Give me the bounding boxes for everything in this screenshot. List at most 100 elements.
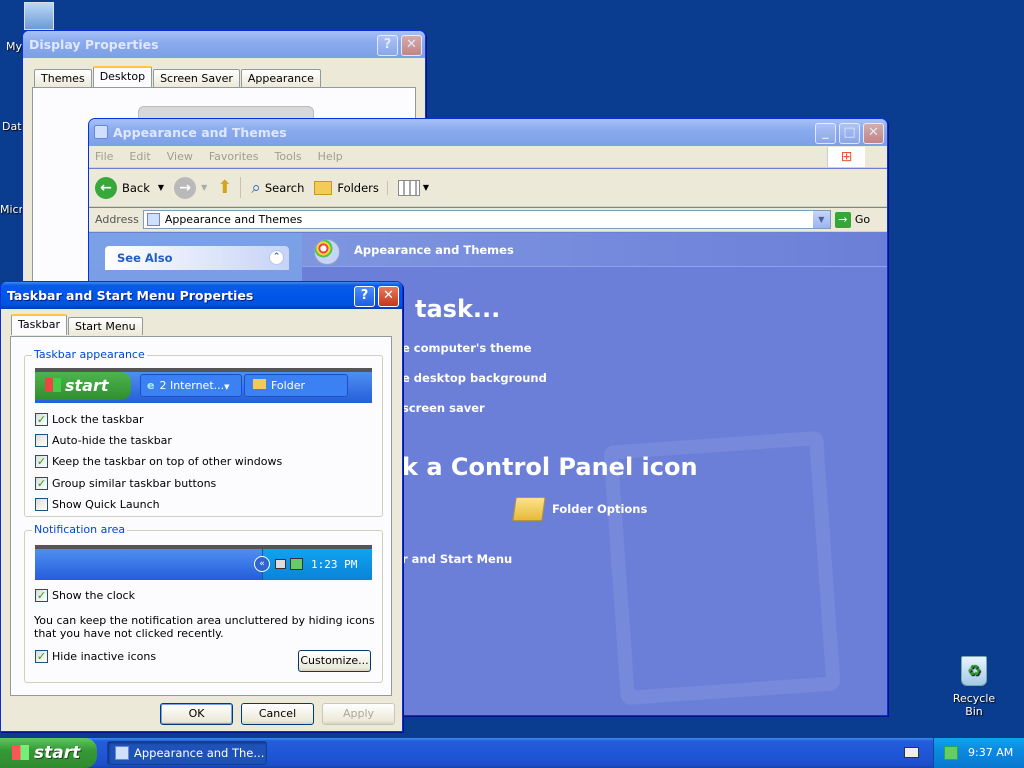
cancel-button[interactable]: Cancel <box>241 703 314 725</box>
desktop-icon-my-computer[interactable]: My <box>4 2 64 53</box>
desktop-icon-recycle-bin[interactable]: ♻ Recycle Bin <box>944 656 1004 718</box>
go-label: Go <box>854 213 871 226</box>
start-label: start <box>34 743 81 763</box>
desktop-icon-label: Recycle Bin <box>952 692 996 718</box>
notification-preview: « 1:23 PM <box>35 545 372 580</box>
tab-themes[interactable]: Themes <box>34 69 92 87</box>
go-button[interactable]: → Go <box>834 211 871 228</box>
windows-logo-icon: ⊞ <box>827 147 865 167</box>
pick-task-heading: task... <box>415 295 501 323</box>
tab-desktop[interactable]: Desktop <box>92 66 153 87</box>
keyboard-icon[interactable] <box>904 747 919 758</box>
preview-item-2: Folder <box>271 379 305 392</box>
chevron-down-icon: ▼ <box>224 383 230 391</box>
desktop-icon-data[interactable]: Dat <box>2 120 22 133</box>
explorer-toolbar: ← Back ▼ → ▼ ⬆ ⌕ Search Folders ▼ <box>89 169 887 207</box>
see-also-panel[interactable]: See Also ⌃ <box>105 246 289 270</box>
checkbox-group-buttons[interactable]: ✓ Group similar taskbar buttons <box>35 477 216 490</box>
menu-file[interactable]: File <box>95 150 113 163</box>
search-button[interactable]: ⌕ Search <box>251 178 304 198</box>
chevron-down-icon: ▼ <box>422 183 430 192</box>
taskbar-tab-panel: Taskbar appearance start e 2 Internet...▼… <box>10 336 392 696</box>
task-link-theme[interactable]: e computer's theme <box>402 341 532 355</box>
tab-taskbar[interactable]: Taskbar <box>11 314 67 335</box>
go-arrow-icon: → <box>834 211 851 228</box>
window-title: Display Properties <box>29 37 159 52</box>
taskbar-window-button[interactable]: Appearance and The... <box>107 741 267 765</box>
checkbox-hide-inactive[interactable]: ✓ Hide inactive icons <box>35 650 156 663</box>
apply-button[interactable]: Apply <box>322 703 395 725</box>
checkbox-box: ✓ <box>35 477 48 490</box>
collapse-icon[interactable]: ⌃ <box>269 250 284 265</box>
address-field[interactable]: Appearance and Themes ▼ <box>142 210 831 229</box>
checkbox-quick-launch[interactable]: Show Quick Launch <box>35 498 160 511</box>
back-arrow-icon: ← <box>95 176 117 199</box>
forward-button[interactable]: → ▼ <box>174 176 208 199</box>
folder-options-icon <box>512 497 546 521</box>
system-tray: 9:37 AM <box>933 738 1024 768</box>
task-link-screen-saver[interactable]: screen saver <box>402 401 485 415</box>
content-header: Appearance and Themes <box>302 233 887 267</box>
checkbox-auto-hide[interactable]: Auto-hide the taskbar <box>35 434 172 447</box>
help-button[interactable]: ? <box>377 35 398 56</box>
taskbar-clock[interactable]: 9:37 AM <box>968 738 1013 768</box>
taskbar-window-label: Appearance and The... <box>134 746 265 760</box>
back-button[interactable]: ← Back ▼ <box>95 176 164 199</box>
windows-flag-icon <box>12 745 29 760</box>
customize-button[interactable]: Customize... <box>298 650 371 672</box>
views-button[interactable]: ▼ <box>397 179 430 196</box>
minimize-button[interactable]: _ <box>815 123 836 144</box>
address-label: Address <box>95 213 139 226</box>
ok-button[interactable]: OK <box>160 703 233 725</box>
start-button[interactable]: start <box>0 738 97 768</box>
taskbar-properties-dialog: Taskbar and Start Menu Properties ? ✕ Ta… <box>0 281 403 732</box>
menu-help[interactable]: Help <box>318 150 343 163</box>
close-button[interactable]: ✕ <box>378 286 399 307</box>
taskbar-appearance-group: Taskbar appearance start e 2 Internet...▼… <box>24 348 383 517</box>
desktop-icon-label: Dat <box>2 120 22 133</box>
expand-tray-icon: « <box>254 556 270 572</box>
up-button[interactable]: ⬆ <box>217 177 242 198</box>
menu-bar: File Edit View Favorites Tools Help ⊞ <box>89 146 887 168</box>
chevron-down-icon: ▼ <box>201 183 208 192</box>
tab-appearance[interactable]: Appearance <box>240 69 321 87</box>
preview-ie-group: e 2 Internet...▼ <box>140 374 242 397</box>
tab-start-menu[interactable]: Start Menu <box>68 317 143 335</box>
control-panel-icon <box>115 746 129 760</box>
desktop-icon-label: My <box>6 40 23 53</box>
help-button[interactable]: ? <box>354 286 375 307</box>
folders-button[interactable]: Folders <box>314 180 388 195</box>
checkbox-keep-on-top[interactable]: ✓ Keep the taskbar on top of other window… <box>35 455 282 468</box>
explorer-titlebar[interactable]: Appearance and Themes _ □ ✕ <box>89 119 887 146</box>
checkbox-box: ✓ <box>35 589 48 602</box>
tray-app-icon[interactable] <box>944 746 958 760</box>
close-button[interactable]: ✕ <box>401 35 422 56</box>
ie-icon: e <box>147 379 155 392</box>
taskbar-preview: start e 2 Internet...▼ Folder <box>35 368 372 403</box>
checkbox-show-clock[interactable]: ✓ Show the clock <box>35 589 135 602</box>
folder-options-link[interactable]: Folder Options <box>512 497 648 521</box>
menu-favorites[interactable]: Favorites <box>209 150 259 163</box>
my-computer-icon <box>24 2 54 30</box>
address-value: Appearance and Themes <box>164 213 303 226</box>
dialog-titlebar[interactable]: Taskbar and Start Menu Properties ? ✕ <box>1 282 402 309</box>
folder-options-label: Folder Options <box>552 502 648 516</box>
tab-screen-saver[interactable]: Screen Saver <box>153 69 240 87</box>
folder-icon <box>253 379 266 389</box>
display-properties-titlebar[interactable]: Display Properties ? ✕ <box>23 31 425 58</box>
window-title: Taskbar and Start Menu Properties <box>7 288 254 303</box>
task-link-background[interactable]: e desktop background <box>402 371 547 385</box>
chevron-down-icon[interactable]: ▼ <box>812 211 830 228</box>
control-panel-icon <box>94 125 108 139</box>
checkbox-lock-taskbar[interactable]: ✓ Lock the taskbar <box>35 413 144 426</box>
close-button[interactable]: ✕ <box>863 123 884 144</box>
maximize-button[interactable]: □ <box>839 123 860 144</box>
tray-app-icon <box>290 558 303 570</box>
menu-tools[interactable]: Tools <box>275 150 302 163</box>
menu-view[interactable]: View <box>167 150 193 163</box>
pick-icon-heading: k a Control Panel icon <box>402 453 698 481</box>
views-icon <box>397 179 420 196</box>
address-bar: Address Appearance and Themes ▼ → Go <box>89 208 887 232</box>
menu-edit[interactable]: Edit <box>129 150 150 163</box>
taskbar-start-menu-link[interactable]: r and Start Menu <box>402 552 512 566</box>
